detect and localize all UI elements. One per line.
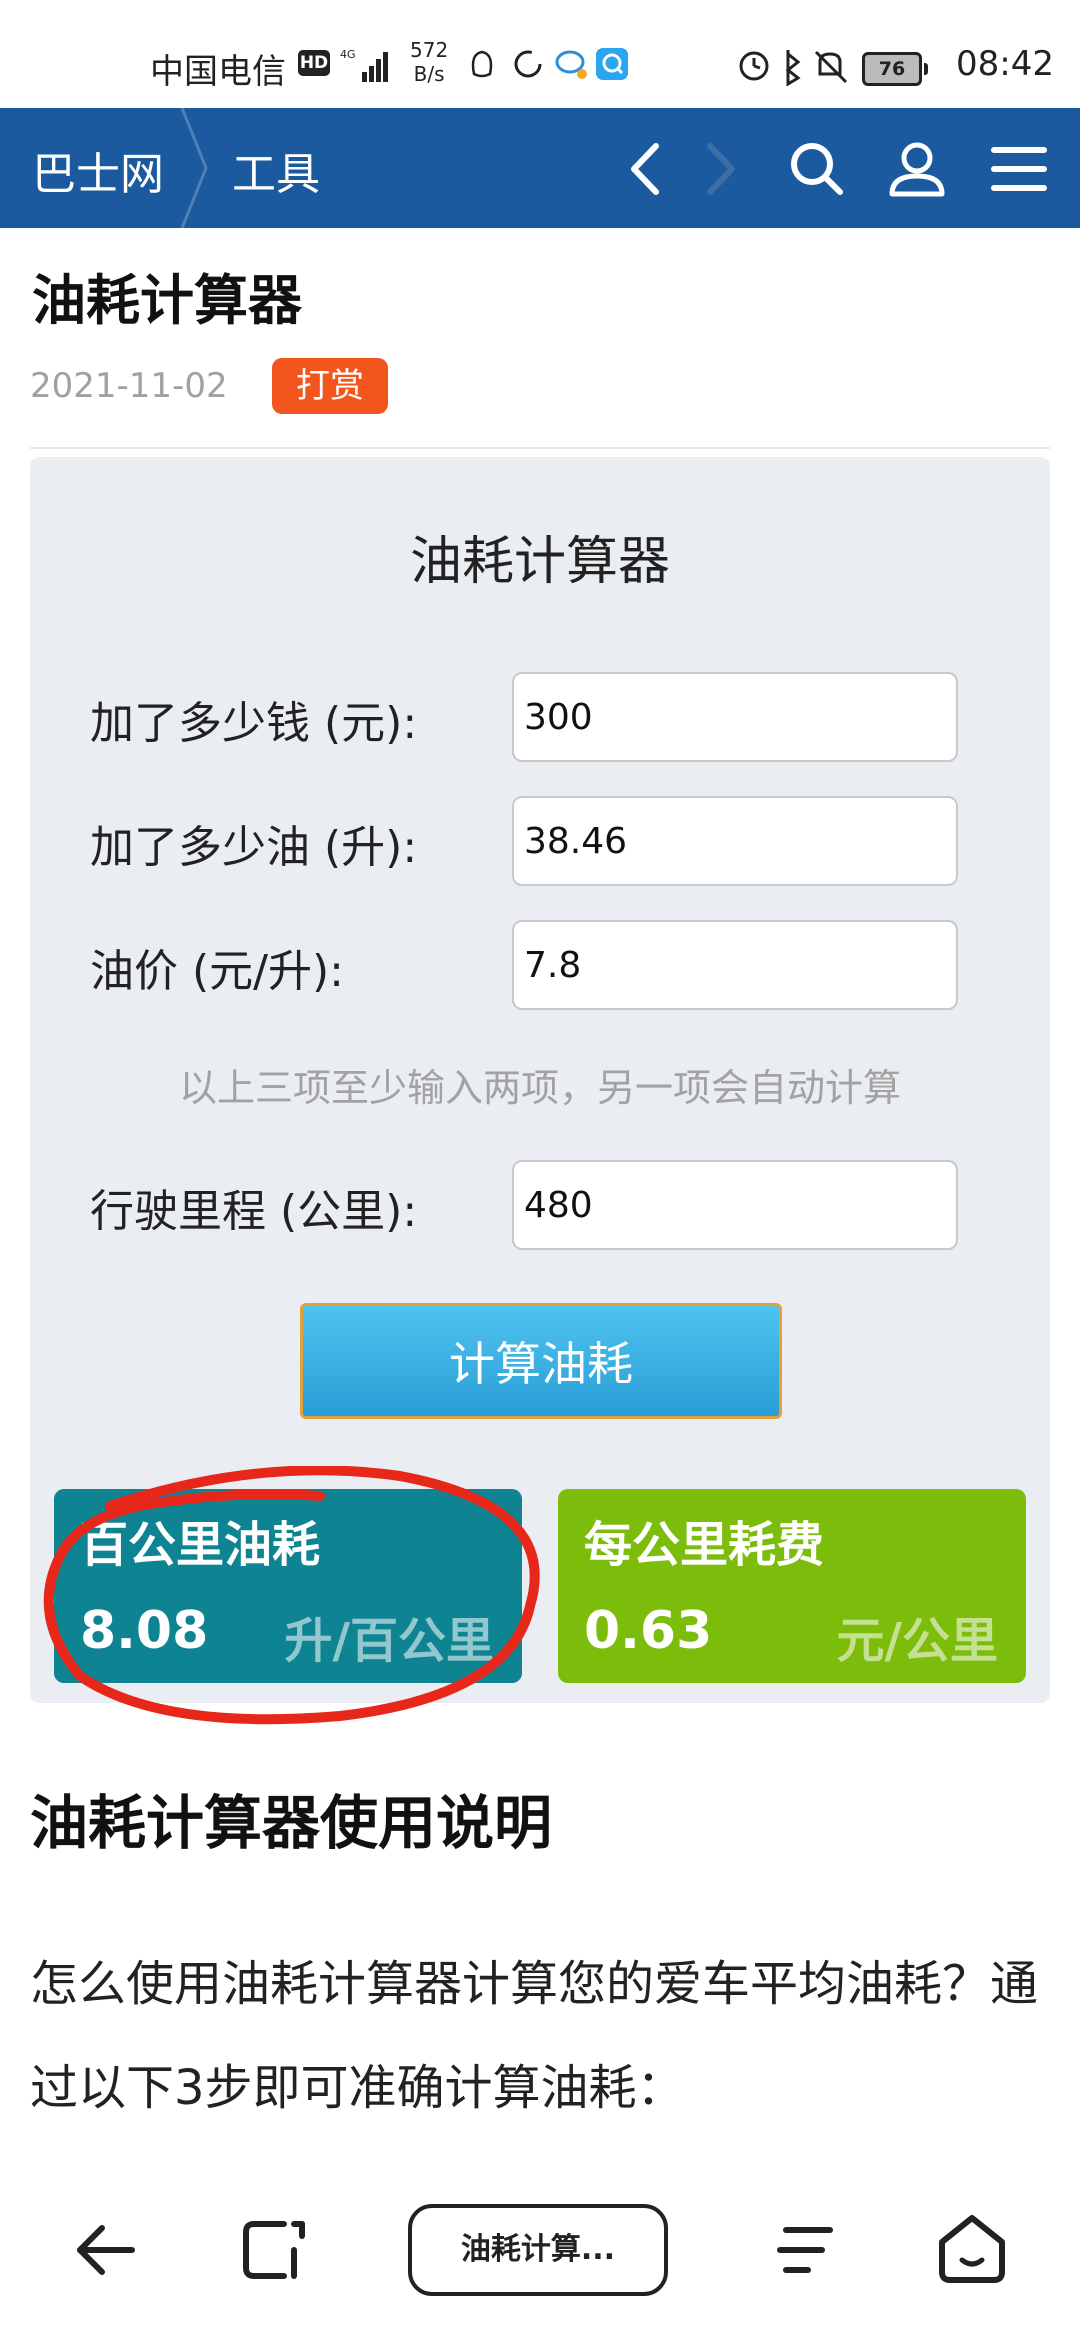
- result-card-per-100km: 百公里油耗 8.08 升/百公里: [54, 1489, 522, 1683]
- divider: [30, 447, 1050, 449]
- fuel-price-label: 油价 (元/升):: [90, 946, 344, 997]
- user-icon[interactable]: [882, 134, 952, 204]
- app-icon: [596, 48, 628, 80]
- network-speed-value: 572: [410, 38, 449, 62]
- menu-lines-icon[interactable]: [764, 2210, 844, 2290]
- money-input[interactable]: [512, 672, 958, 762]
- fuel-price-input[interactable]: [512, 920, 958, 1010]
- result-unit: 升/百公里: [284, 1613, 494, 1669]
- site-navbar: 巴士网 工具: [0, 108, 1080, 228]
- result-unit: 元/公里: [836, 1613, 998, 1669]
- publish-date: 2021-11-02: [30, 366, 228, 406]
- menu-icon[interactable]: [984, 134, 1054, 204]
- back-arrow-icon[interactable]: [66, 2210, 146, 2290]
- svg-text:4G: 4G: [340, 48, 356, 61]
- distance-label: 行驶里程 (公里):: [90, 1186, 418, 1237]
- money-label: 加了多少钱 (元):: [90, 698, 418, 749]
- alarm-icon: [739, 51, 769, 81]
- status-bar: 中国电信 HD 4G 572 B/s 76 08:42: [0, 0, 1080, 108]
- input-hint: 以上三项至少输入两项，另一项会自动计算: [178, 1066, 901, 1110]
- breadcrumb-separator: [180, 108, 208, 228]
- back-icon[interactable]: [612, 134, 682, 204]
- calculate-button[interactable]: 计算油耗: [300, 1303, 782, 1419]
- bluetooth-icon: [785, 50, 801, 86]
- search-icon[interactable]: [782, 134, 852, 204]
- status-right-icons: [739, 50, 848, 86]
- distance-input[interactable]: [512, 1160, 958, 1250]
- site-logo[interactable]: 巴士网: [32, 138, 164, 202]
- sync-icon: [514, 50, 542, 78]
- hd-icon: HD: [298, 50, 330, 76]
- carrier-name: 中国电信: [150, 52, 286, 92]
- clock: 08:42: [956, 44, 1054, 84]
- result-value: 8.08: [80, 1601, 209, 1661]
- qq-icon: [471, 50, 493, 78]
- forward-icon[interactable]: [688, 134, 758, 204]
- home-icon[interactable]: [932, 2210, 1012, 2290]
- result-value: 0.63: [584, 1601, 713, 1661]
- mute-icon: [814, 50, 848, 84]
- page-title: 油耗计算器: [32, 269, 302, 332]
- notification-icons: [471, 48, 628, 80]
- reward-button[interactable]: 打赏: [272, 358, 388, 414]
- network-speed-unit: B/s: [413, 62, 445, 86]
- chat-icon: [555, 50, 587, 79]
- instructions-paragraph: 怎么使用油耗计算器计算您的爱车平均油耗？通过以下3步即可准确计算油耗：: [30, 1956, 1039, 2116]
- network-speed: 572 B/s: [410, 38, 448, 86]
- current-tab-button[interactable]: 油耗计算...: [408, 2204, 668, 2296]
- result-title: 百公里油耗: [80, 1517, 321, 1573]
- tabs-icon[interactable]: [234, 2210, 314, 2290]
- fuel-amount-input[interactable]: [512, 796, 958, 886]
- fuel-calculator-panel: 油耗计算器 加了多少钱 (元): 加了多少油 (升): 油价 (元/升): 以上…: [30, 457, 1050, 1703]
- result-card-per-km-cost: 每公里耗费 0.63 元/公里: [558, 1489, 1026, 1683]
- section-heading: 油耗计算器使用说明: [30, 1789, 553, 1857]
- battery-icon: 76: [862, 52, 928, 86]
- result-title: 每公里耗费: [584, 1517, 825, 1573]
- fuel-amount-label: 加了多少油 (升):: [90, 822, 418, 873]
- breadcrumb-tools[interactable]: 工具: [232, 138, 320, 202]
- calculator-title: 油耗计算器: [409, 532, 670, 592]
- signal-icon: 4G: [340, 48, 388, 82]
